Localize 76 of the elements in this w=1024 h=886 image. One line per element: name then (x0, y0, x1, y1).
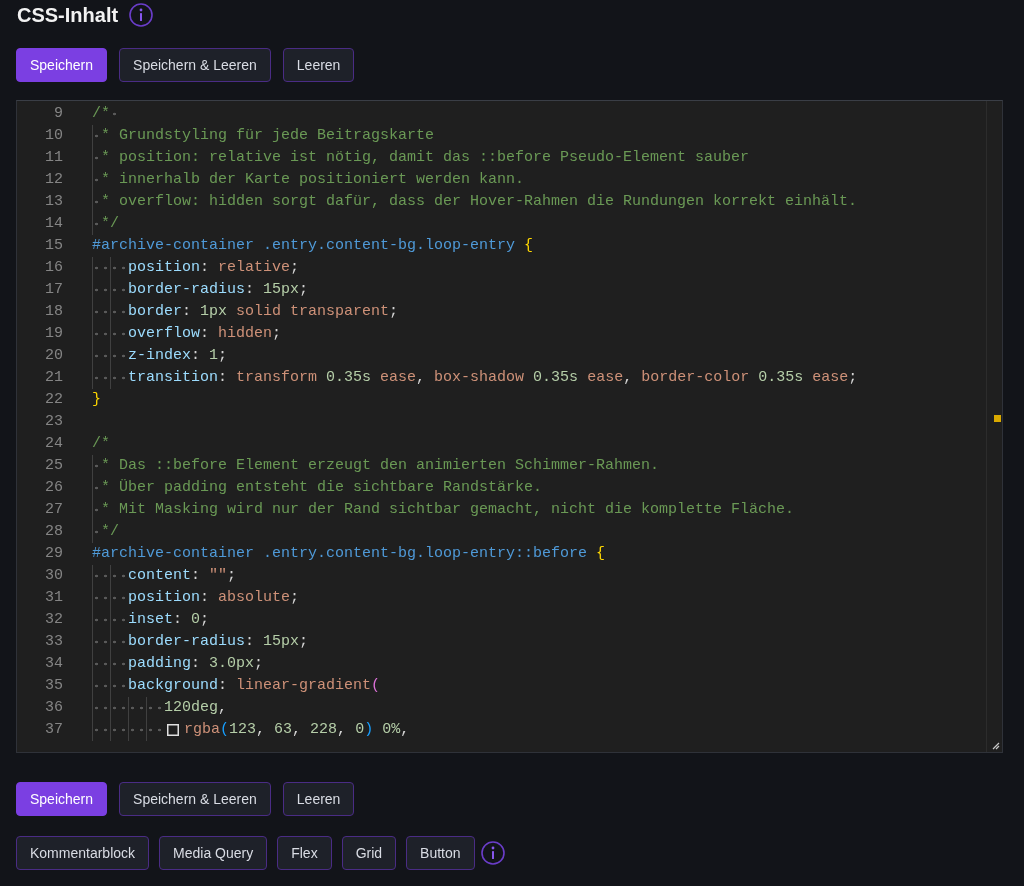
line-number: 28 (44, 522, 63, 542)
line-number: 22 (44, 390, 63, 410)
code-line: * Über padding entsteht die sichtbare Randstärke. (101, 478, 543, 498)
code-line: * Mit Masking wird nur der Rand sichtbar gemacht, nicht die komplette Fläche. (101, 500, 795, 520)
code-line: transition: transform 0.35s ease, box-shadow 0.35s ease, border-color 0.35s ease; (128, 368, 858, 388)
code-line: * Grundstyling für jede Beitragskarte (101, 126, 435, 146)
code-line: #archive-container .entry.content-bg.loop-entry { (92, 236, 534, 256)
line-number: 9 (53, 104, 63, 124)
code-line: content: ""; (128, 566, 237, 586)
code-line: border: 1px solid transparent; (128, 302, 399, 322)
code-line: */ (101, 522, 119, 542)
line-number: 31 (44, 588, 63, 608)
action-button[interactable]: Speichern & Leeren (119, 782, 271, 816)
action-button[interactable]: Leeren (282, 782, 355, 816)
code-line: * position: relative ist nötig, damit das ::before Pseudo-Element sauber (101, 148, 750, 168)
line-number: 19 (44, 324, 63, 344)
code-line: rgba(123, 63, 228, 0) 0%, (184, 720, 410, 740)
line-number: 34 (44, 654, 63, 674)
code-line: z-index: 1; (128, 346, 228, 366)
code-line: * innerhalb der Karte positioniert werden kann. (101, 170, 525, 190)
line-number: 15 (44, 236, 63, 256)
code-line: position: relative; (128, 258, 300, 278)
line-number: 16 (44, 258, 63, 278)
code-line: * Das ::before Element erzeugt den animierten Schimmer-Rahmen. (101, 456, 660, 476)
line-number: 18 (44, 302, 63, 322)
line-number: 26 (44, 478, 63, 498)
line-number: 30 (44, 566, 63, 586)
line-number: 24 (44, 434, 63, 454)
snippet-button[interactable]: Flex (277, 836, 332, 870)
code-line: border-radius: 15px; (128, 632, 309, 652)
line-number: 29 (44, 544, 63, 564)
code-line: } (92, 390, 101, 410)
action-button[interactable]: Leeren (282, 48, 355, 82)
snippet-button[interactable]: Kommentarblock (16, 836, 150, 870)
code-line: overflow: hidden; (128, 324, 282, 344)
line-number: 36 (44, 698, 63, 718)
code-line: inset: 0; (128, 610, 210, 630)
code-line: #archive-container .entry.content-bg.loop-entry::before { (92, 544, 606, 564)
line-number: 37 (44, 720, 63, 740)
line-number: 27 (44, 500, 63, 520)
section-title: CSS-Inhalt (16, 3, 119, 28)
snippet-button[interactable]: Grid (341, 836, 397, 870)
info-icon[interactable] (480, 841, 505, 865)
code-line: border-radius: 15px; (128, 280, 309, 300)
action-button[interactable]: Speichern (16, 782, 108, 816)
resize-grip-icon[interactable] (992, 742, 1000, 750)
snippet-button[interactable]: Button (406, 836, 475, 870)
line-number: 10 (44, 126, 63, 146)
action-button[interactable]: Speichern (16, 48, 108, 82)
info-icon[interactable] (129, 3, 154, 27)
snippet-button[interactable]: Media Query (159, 836, 268, 870)
code-editor[interactable] (16, 100, 1003, 753)
line-number: 25 (44, 456, 63, 476)
line-number: 11 (44, 148, 63, 168)
code-line: /* (92, 434, 110, 454)
line-number: 35 (44, 676, 63, 696)
code-line: /* (92, 103, 119, 125)
action-button[interactable]: Speichern & Leeren (119, 48, 271, 82)
color-swatch-icon[interactable] (167, 724, 179, 736)
line-number: 14 (44, 214, 63, 234)
code-line: * overflow: hidden sorgt dafür, dass der Hover-Rahmen die Rundungen korrekt einhält. (101, 192, 858, 212)
code-line: */ (101, 214, 119, 234)
line-number: 17 (44, 280, 63, 300)
line-number: 21 (44, 368, 63, 388)
code-line: background: linear-gradient( (128, 676, 381, 696)
line-number: 32 (44, 610, 63, 630)
line-number: 13 (44, 192, 63, 212)
code-line: padding: 3.0px; (128, 654, 264, 674)
line-number: 20 (44, 346, 63, 366)
line-number: 23 (44, 412, 63, 432)
line-number: 33 (44, 632, 63, 652)
code-line: position: absolute; (128, 588, 300, 608)
vertical-scrollbar[interactable] (986, 101, 1002, 752)
scroll-marker-icon (994, 415, 1001, 422)
code-line: 120deg, (164, 698, 228, 718)
line-number: 12 (44, 170, 63, 190)
